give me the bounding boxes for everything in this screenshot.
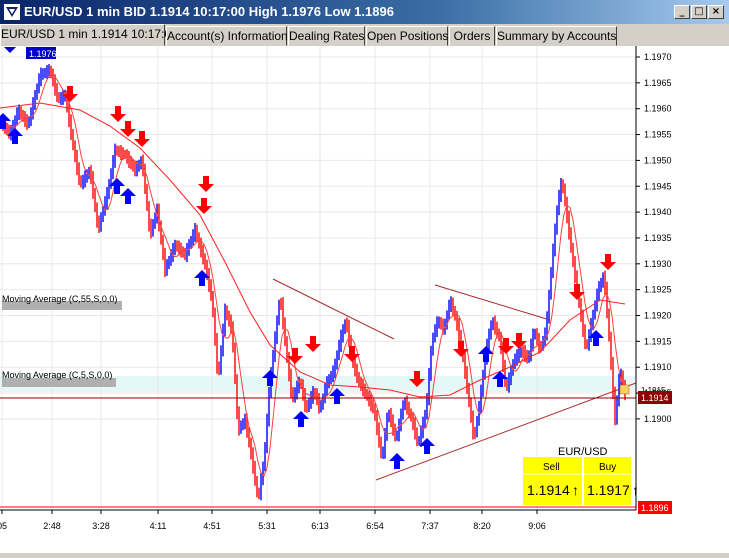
current-marker-box: [619, 384, 630, 395]
y-tick-label: 1.1930: [644, 259, 672, 269]
x-tick-label: 7:37: [421, 521, 439, 531]
x-tick-label: 9:06: [528, 521, 546, 531]
current-price-label: 1.1914: [641, 393, 669, 403]
y-tick-label: 1.1925: [644, 285, 672, 295]
quote-symbol: EUR/USD: [558, 446, 608, 458]
price-axis-background: [636, 46, 729, 553]
x-tick-label: 4:11: [150, 521, 167, 531]
sell-label: Sell: [543, 462, 560, 473]
y-tick-label: 1.1920: [644, 311, 672, 321]
y-tick-label: 1.1900: [644, 414, 672, 424]
x-tick-label: 5:31: [258, 521, 276, 531]
low-price-label: 1.1896: [641, 503, 669, 513]
tab-account-information[interactable]: Account(s) Information: [166, 26, 288, 46]
tab-orders[interactable]: Orders: [449, 26, 495, 46]
x-tick-label: 4:51: [203, 521, 221, 531]
y-tick-label: 1.1950: [644, 155, 672, 165]
y-tick-label: 1.1960: [644, 104, 672, 114]
x-tick-label: 05: [0, 521, 7, 531]
tab-chart[interactable]: EUR/USD 1 min 1.1914 10:17:00: [0, 24, 178, 46]
high-marker-label: 1.1976: [29, 49, 57, 59]
y-tick-label: 1.1965: [644, 78, 672, 88]
y-tick-label: 1.1970: [644, 52, 672, 62]
title-bar: EUR/USD 1 min BID 1.1914 10:17:00 High 1…: [0, 0, 729, 24]
buy-price[interactable]: 1.1917: [587, 482, 630, 498]
app-icon: [4, 4, 20, 20]
y-tick-label: 1.1935: [644, 233, 672, 243]
minimize-button[interactable]: _: [674, 5, 690, 19]
x-tick-label: 2:48: [43, 521, 61, 531]
time-axis-background: [0, 510, 729, 553]
tab-open-positions[interactable]: Open Positions: [366, 26, 448, 46]
x-tick-label: 6:54: [366, 521, 384, 531]
y-tick-label: 1.1945: [644, 181, 672, 191]
close-button[interactable]: ×: [708, 5, 724, 19]
maximize-button[interactable]: □: [691, 5, 707, 19]
y-tick-label: 1.1910: [644, 362, 672, 372]
buy-label: Buy: [599, 462, 616, 473]
buy-arrow-icon: ↑: [632, 482, 639, 498]
y-tick-label: 1.1915: [644, 336, 672, 346]
ma5-label: Moving Average (C,5,S,0,0): [2, 370, 112, 380]
plot-background: [0, 46, 636, 510]
tab-bar: EUR/USD 1 min 1.1914 10:17:00 Account(s)…: [0, 24, 729, 46]
price-chart[interactable]: 1.1976 Moving Average (C,55,S,0,0) Movin…: [0, 46, 729, 553]
ma55-label: Moving Average (C,55,S,0,0): [2, 294, 117, 304]
x-tick-label: 8:20: [473, 521, 491, 531]
chart-area[interactable]: 1.1976 Moving Average (C,55,S,0,0) Movin…: [0, 46, 729, 553]
sell-price[interactable]: 1.1914: [527, 482, 570, 498]
window-title: EUR/USD 1 min BID 1.1914 10:17:00 High 1…: [24, 4, 394, 19]
tab-dealing-rates[interactable]: Dealing Rates: [288, 26, 365, 46]
tab-summary-by-accounts[interactable]: Summary by Accounts: [496, 26, 617, 46]
sell-arrow-icon: ↑: [572, 482, 579, 498]
y-tick-label: 1.1940: [644, 207, 672, 217]
y-tick-label: 1.1955: [644, 130, 672, 140]
x-tick-label: 6:13: [311, 521, 329, 531]
x-tick-label: 3:28: [92, 521, 110, 531]
